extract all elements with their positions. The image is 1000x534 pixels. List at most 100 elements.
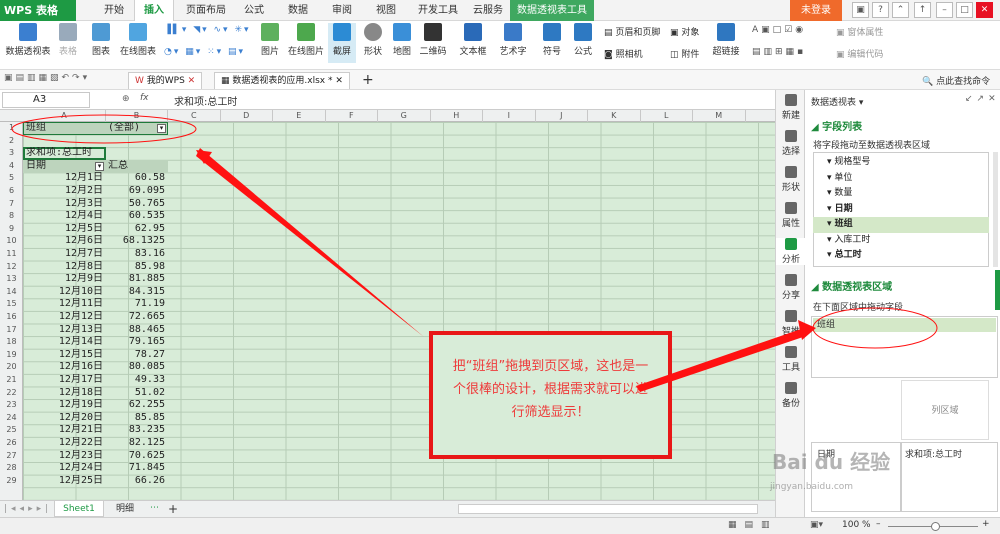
field-expand-icon: ▾ — [827, 250, 835, 260]
sidebar-tab[interactable]: 形状 — [776, 166, 806, 193]
picture-icon — [261, 23, 279, 41]
form-properties-button[interactable]: ▣ 窗体属性 — [836, 25, 883, 38]
value-area-item-sum[interactable]: 求和项:总工时 — [905, 447, 962, 460]
tab-pivot-tools[interactable]: 数据透视表工具 — [510, 0, 594, 21]
file-doc-tab[interactable]: ▦ 数据透视表的应用.xlsx * ✕ — [214, 72, 350, 89]
name-box[interactable]: A3 — [2, 92, 90, 108]
login-button[interactable]: 未登录 — [790, 0, 842, 21]
zoom-out-button[interactable]: – — [876, 519, 881, 529]
sidebar-tab-icon — [785, 238, 797, 250]
qrcode-button[interactable]: 二维码 — [418, 23, 448, 57]
field-expand-icon: ▾ — [827, 219, 835, 229]
minimize-icon[interactable]: – — [936, 2, 953, 18]
add-sheet-icon[interactable]: + — [168, 502, 178, 516]
zoom-in-button[interactable]: + — [982, 519, 990, 529]
hyperlink-button[interactable]: 超链接 — [710, 23, 742, 57]
home-doc-tab[interactable]: W 我的WPS ✕ — [128, 72, 203, 89]
help-icon[interactable]: ? — [872, 2, 889, 18]
sidebar-tab[interactable]: 属性 — [776, 202, 806, 229]
fx-button[interactable]: fx — [140, 93, 149, 103]
field-item[interactable]: ▾ 总工时 — [813, 248, 989, 264]
table-button[interactable]: 表格 — [54, 23, 82, 57]
attachment-button[interactable]: ◫ 附件 — [670, 47, 699, 60]
shape-button[interactable]: 形状 — [360, 23, 386, 57]
hyperlink-icon — [717, 23, 735, 41]
chart-types-row2[interactable]: ◔▾ ▦▾ ⁙▾ ▤▾ — [164, 47, 245, 57]
view-mode-icons[interactable]: ▦▤▥ — [728, 520, 778, 530]
sheet-nav-arrows[interactable]: |◂◂▸▸| — [4, 504, 52, 514]
formula-input[interactable]: 求和项:总工时 — [174, 93, 237, 108]
wordart-icon — [504, 23, 522, 41]
qrcode-icon — [424, 23, 442, 41]
sidebar-tab-icon — [785, 94, 797, 106]
field-item[interactable]: ▾ 入库工时 — [813, 233, 989, 249]
online-picture-button[interactable]: 在线图片 — [286, 23, 326, 57]
sidebar-tab[interactable]: 选择 — [776, 130, 806, 157]
zoom-level[interactable]: 100 % — [842, 520, 871, 530]
field-list-heading: ◢ 字段列表 — [811, 122, 863, 133]
upload-icon[interactable]: ↑ — [914, 2, 931, 18]
field-item[interactable]: ▾ 日期 — [813, 202, 989, 218]
form-controls-row1[interactable]: A▣□☑◉ — [752, 25, 806, 35]
sheet-more-icon[interactable]: ⋯ — [150, 503, 159, 513]
search-command[interactable]: 🔍 点此查找命令 — [922, 74, 990, 87]
tab-cloud[interactable]: 云服务 — [468, 0, 508, 21]
chart-types-row1[interactable]: ▐▌▾ ◥▾ ∿▾ ✳▾ — [164, 25, 251, 35]
highlight-ellipse-page-field — [11, 114, 197, 144]
sidebar-tab[interactable]: 新建 — [776, 94, 806, 121]
skin-icon[interactable]: ▣ — [852, 2, 869, 18]
sheet-tab-sheet1[interactable]: Sheet1 — [54, 501, 104, 517]
sidebar-tab-label: 备份 — [781, 399, 800, 409]
screenshot-button[interactable]: 截屏 — [328, 23, 356, 63]
object-button[interactable]: ▣ 对象 — [670, 25, 699, 38]
tab-page-layout[interactable]: 页面布局 — [180, 0, 232, 21]
chart-button[interactable]: 图表 — [88, 23, 114, 57]
close-icon[interactable]: ✕ — [976, 2, 993, 18]
sheet-tab-detail[interactable]: 明细 — [108, 501, 142, 517]
field-list-scrollbar[interactable] — [993, 152, 998, 267]
wordart-button[interactable]: 艺术字 — [494, 23, 532, 57]
form-controls-row2[interactable]: ▤▥⊞▦▪ — [752, 47, 806, 57]
tab-data[interactable]: 数据 — [280, 0, 316, 21]
symbol-button[interactable]: 符号 — [538, 23, 566, 57]
wps-logo-menu[interactable]: WPS 表格 — [0, 0, 76, 21]
horizontal-scrollbar[interactable] — [458, 504, 758, 514]
pane-controls[interactable]: ↙↗✕ — [965, 94, 1000, 104]
shape-icon — [364, 23, 382, 41]
textbox-button[interactable]: 文本框 — [454, 23, 492, 57]
zoom-slider-handle[interactable] — [931, 522, 940, 531]
pane-title[interactable]: 数据透视表 ▾ — [811, 95, 863, 108]
tab-view[interactable]: 视图 — [368, 0, 404, 21]
picture-button[interactable]: 图片 — [258, 23, 282, 57]
sidebar-tab[interactable]: 分析 — [776, 238, 806, 265]
tab-insert[interactable]: 插入 — [134, 0, 174, 21]
arrow-to-page-area — [636, 328, 806, 392]
pi-icon — [574, 23, 592, 41]
collapse-ribbon-icon[interactable]: ⌃ — [892, 2, 909, 18]
reading-mode-icon[interactable]: ▣▾ — [810, 520, 823, 530]
tab-developer[interactable]: 开发工具 — [412, 0, 464, 21]
zoom-lens-icon[interactable]: ⊕ — [122, 94, 130, 104]
tab-review[interactable]: 审阅 — [324, 0, 360, 21]
camera-button[interactable]: ◙ 照相机 — [604, 47, 643, 60]
map-button[interactable]: 地图 — [390, 23, 414, 57]
field-label: 日期 — [834, 203, 853, 214]
pivot-table-button[interactable]: 数据透视表 — [4, 23, 52, 57]
sidebar-tab-label: 形状 — [781, 183, 800, 193]
field-item[interactable]: ▾ 班组 — [813, 217, 989, 233]
formula-button[interactable]: 公式 — [570, 23, 596, 57]
online-chart-button[interactable]: 在线图表 — [116, 23, 160, 57]
field-item[interactable]: ▾ 规格型号 — [813, 155, 989, 171]
new-tab-icon[interactable]: + — [362, 72, 374, 88]
quick-access-toolbar[interactable]: ▣▤▥▦▧↶↷▾ — [4, 73, 90, 83]
insert-ribbon: 数据透视表 表格 图表 在线图表 ▐▌▾ ◥▾ ∿▾ ✳▾ ◔▾ ▦▾ ⁙▾ ▤… — [0, 21, 1000, 70]
field-label: 单位 — [834, 172, 853, 183]
edit-code-button[interactable]: ▣ 编辑代码 — [836, 47, 883, 60]
header-footer-button[interactable]: ▤ 页眉和页脚 — [604, 25, 660, 38]
field-item[interactable]: ▾ 数量 — [813, 186, 989, 202]
pane-edge-handle[interactable] — [995, 270, 1000, 310]
tab-formula[interactable]: 公式 — [236, 0, 272, 21]
field-item[interactable]: ▾ 单位 — [813, 171, 989, 187]
tab-start[interactable]: 开始 — [96, 0, 132, 21]
maximize-icon[interactable]: □ — [956, 2, 973, 18]
